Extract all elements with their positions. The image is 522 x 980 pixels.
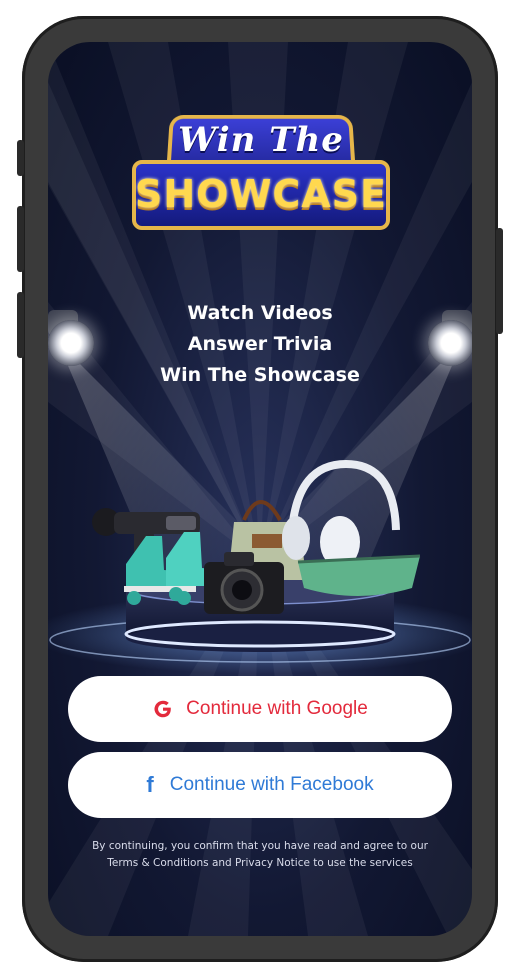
google-icon xyxy=(154,700,171,718)
screen: Win The SHOWCASE Watch Videos Answer Tri… xyxy=(48,42,472,936)
continue-with-facebook-button[interactable]: f Continue with Facebook xyxy=(68,752,452,818)
logo-text-line2: SHOWCASE xyxy=(134,172,387,216)
phone-power-button xyxy=(496,228,503,334)
canoe-icon xyxy=(297,554,421,596)
continue-with-google-button[interactable]: Continue with Google xyxy=(68,676,452,742)
phone-volume-down-button xyxy=(17,292,24,358)
win-the-showcase-logo: Win The SHOWCASE xyxy=(132,114,390,234)
phone-volume-up-button xyxy=(17,206,24,272)
phone-side-button xyxy=(17,140,24,176)
facebook-button-label: Continue with Facebook xyxy=(169,774,374,795)
legal-notice: By continuing, you confirm that you have… xyxy=(48,838,472,872)
headphones-icon xyxy=(282,459,400,568)
google-button-label: Continue with Google xyxy=(186,698,368,719)
tagline-line: Watch Videos xyxy=(187,302,333,324)
logo-text-line1: Win The xyxy=(178,120,344,160)
legal-line: By continuing, you confirm that you have… xyxy=(92,840,428,852)
facebook-icon: f xyxy=(146,772,154,797)
prize-stage-illustration xyxy=(48,459,472,674)
tagline-line: Answer Trivia xyxy=(187,333,333,355)
legal-line: Terms & Conditions and Privacy Notice to… xyxy=(107,857,413,869)
tagline-line: Win The Showcase xyxy=(160,364,360,386)
tagline: Watch Videos Answer Trivia Win The Showc… xyxy=(48,298,472,391)
